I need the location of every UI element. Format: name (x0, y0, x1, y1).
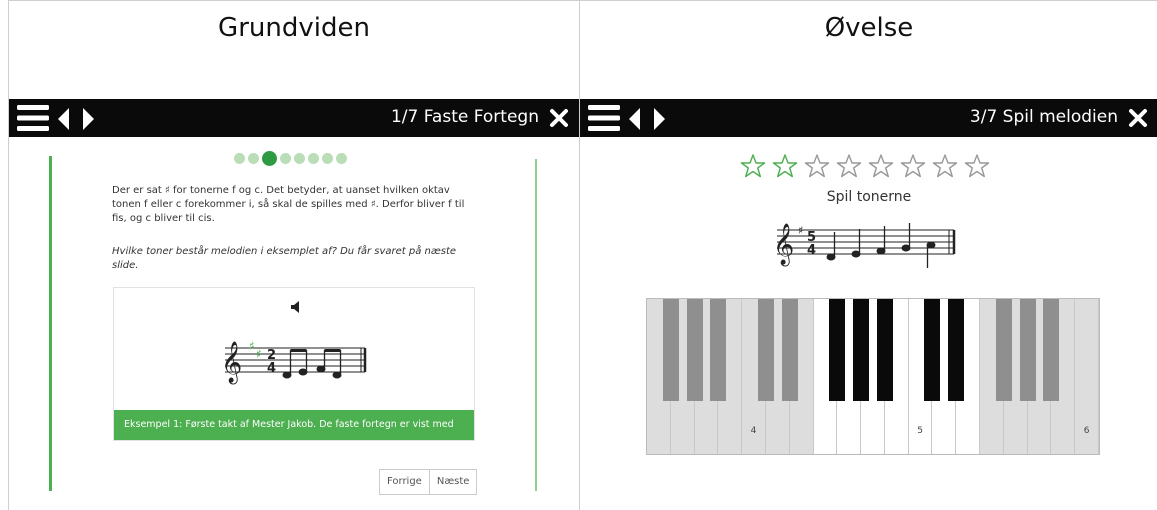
piano-black-key[interactable] (829, 299, 846, 401)
question-text: Hvilke toner består melodien i eksemplet… (112, 246, 457, 271)
piano-black-key (781, 299, 798, 401)
progress-dot[interactable] (308, 153, 319, 164)
progress-dot[interactable] (336, 153, 347, 164)
piano-black-key (1019, 299, 1036, 401)
star-icon (964, 154, 990, 178)
hamburger-menu-icon[interactable] (588, 104, 620, 132)
prev-button[interactable]: Forrige (380, 470, 429, 494)
svg-text:♯: ♯ (256, 347, 262, 361)
progress-dot[interactable] (248, 153, 259, 164)
octave-label: 4 (750, 426, 757, 436)
star-icon (868, 154, 894, 178)
panel-grundviden: Grundviden 1/7 Faste Fortegn Der er sat … (8, 0, 579, 510)
slide-nav-buttons: Forrige Næste (379, 469, 478, 495)
piano-black-key (710, 299, 727, 401)
panel-ovelse: Øvelse 3/7 Spil melodien Spil tonerne 𝄞 … (579, 0, 1157, 510)
speaker-icon[interactable] (289, 300, 303, 314)
svg-text:♯: ♯ (798, 224, 803, 237)
content-left-rule (49, 156, 52, 491)
progress-dot[interactable] (280, 153, 291, 164)
panel-title: Grundviden (218, 13, 370, 43)
prev-next-arrows-icon[interactable] (628, 108, 668, 130)
content-right-rule (535, 159, 537, 491)
star-icon (932, 154, 958, 178)
time-signature-bottom: 4 (807, 243, 816, 258)
music-staff-example: 𝄞 ♯ ♯ 2 4 (221, 339, 367, 384)
piano-black-key (995, 299, 1012, 401)
svg-text:𝄞: 𝄞 (773, 223, 794, 266)
star-icon (772, 154, 798, 178)
piano-white-key: 6 (1075, 299, 1099, 454)
progress-dot[interactable] (322, 153, 333, 164)
music-staff-exercise: 𝄞 ♯ 5 4 (773, 223, 956, 268)
piano-black-key[interactable] (876, 299, 893, 401)
close-icon[interactable] (549, 108, 569, 128)
svg-text:♯: ♯ (249, 339, 255, 353)
top-nav-bar: 3/7 Spil melodien (580, 99, 1157, 137)
close-icon[interactable] (1128, 108, 1148, 128)
prev-next-arrows-icon[interactable] (57, 108, 97, 130)
piano-black-key (757, 299, 774, 401)
progress-dot[interactable] (262, 151, 277, 166)
piano-black-key[interactable] (948, 299, 965, 401)
explanation-text: Der er sat ♯ for tonerne f og c. Det bet… (112, 185, 465, 224)
star-icon (900, 154, 926, 178)
example-card: 𝄞 ♯ ♯ 2 4 Eksempel 1: Første takt af Mes… (113, 287, 475, 460)
octave-label: 5 (917, 426, 923, 436)
screenshot-root: Grundviden 1/7 Faste Fortegn Der er sat … (0, 0, 1157, 510)
piano-black-key (662, 299, 679, 401)
piano-keyboard: 4 5 6 (646, 298, 1100, 455)
progress-dot[interactable] (234, 153, 245, 164)
piano-black-key (686, 299, 703, 401)
star-icon (740, 154, 766, 178)
star-icon (804, 154, 830, 178)
svg-text:𝄞: 𝄞 (221, 341, 242, 384)
octave-label: 6 (1083, 426, 1090, 436)
example-caption: Eksempel 1: Første takt af Mester Jakob.… (114, 410, 474, 460)
piano-black-key[interactable] (853, 299, 870, 401)
score-stars (740, 153, 996, 179)
slide-breadcrumb: 1/7 Faste Fortegn (390, 107, 539, 127)
top-nav-bar: 1/7 Faste Fortegn (9, 99, 579, 137)
exercise-title: Spil tonerne (826, 189, 912, 205)
progress-dot[interactable] (294, 153, 305, 164)
next-button[interactable]: Næste (428, 470, 477, 494)
piano-black-key (1043, 299, 1060, 401)
hamburger-menu-icon[interactable] (17, 104, 49, 132)
time-signature-bottom: 4 (267, 361, 276, 376)
star-icon (836, 154, 862, 178)
slide-progress-dots (234, 148, 350, 166)
slide-breadcrumb: 3/7 Spil melodien (969, 107, 1118, 127)
piano-black-key[interactable] (924, 299, 941, 401)
panel-title: Øvelse (824, 13, 914, 43)
